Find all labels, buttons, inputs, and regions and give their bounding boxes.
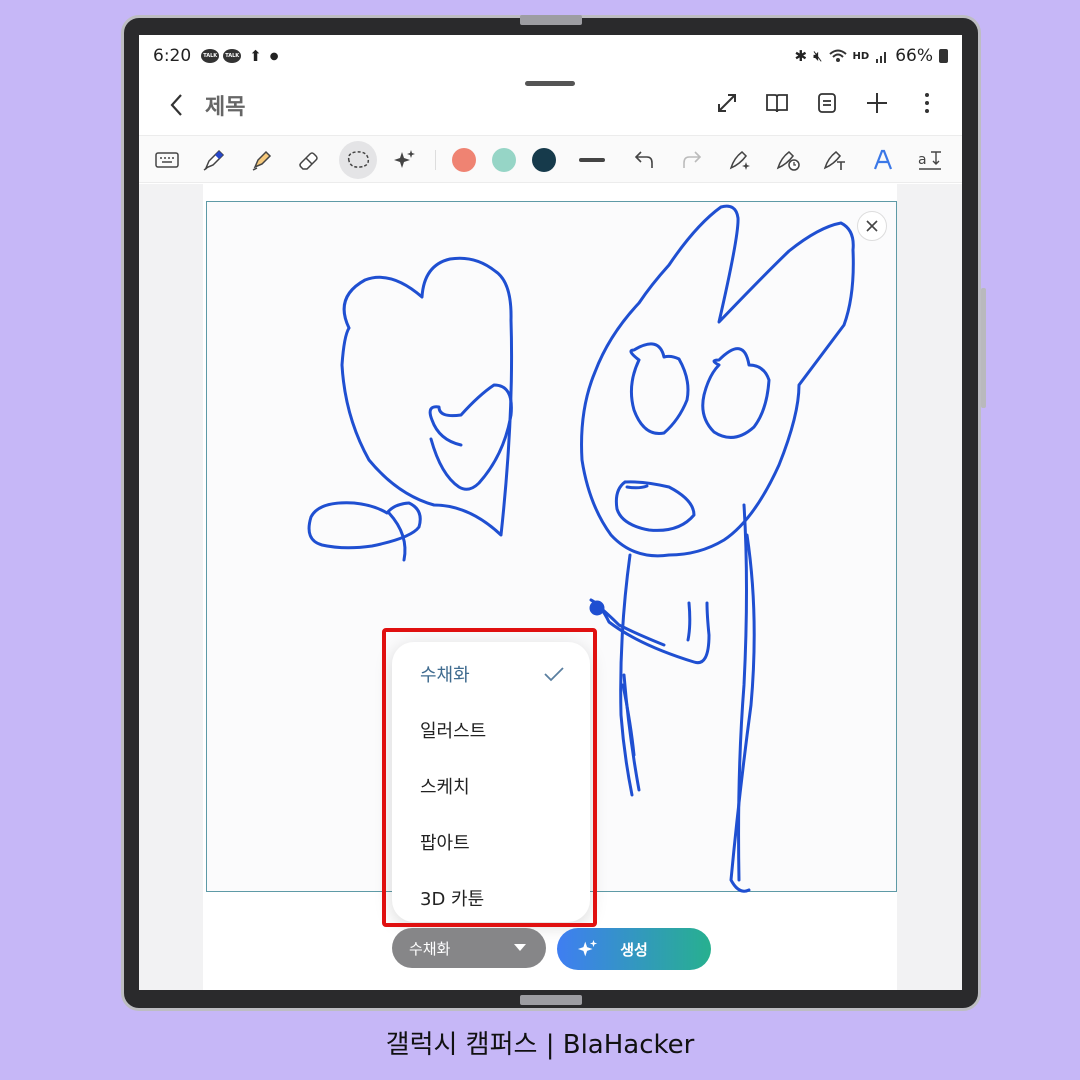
style-select-label: 수채화 xyxy=(409,939,451,958)
generate-label: 생성 xyxy=(620,940,648,959)
generate-button[interactable]: 생성 xyxy=(557,928,711,970)
sparkle-icon xyxy=(577,939,598,957)
image-caption: 갤럭시 캠퍼스 | BlaHacker xyxy=(385,1030,695,1060)
hinge-top xyxy=(520,15,582,25)
hinge-bottom xyxy=(520,995,582,1005)
style-select-button[interactable]: 수채화 xyxy=(392,928,546,968)
app-screen: 6:20 TALK TALK ⬆ ● ✱ 🔇︎ HD 66% 제목 a 수채화 … xyxy=(139,35,962,990)
caret-down-icon xyxy=(514,944,526,951)
annotation-highlight-box xyxy=(382,628,597,927)
close-selection-button[interactable] xyxy=(857,211,887,241)
close-icon xyxy=(866,220,878,232)
